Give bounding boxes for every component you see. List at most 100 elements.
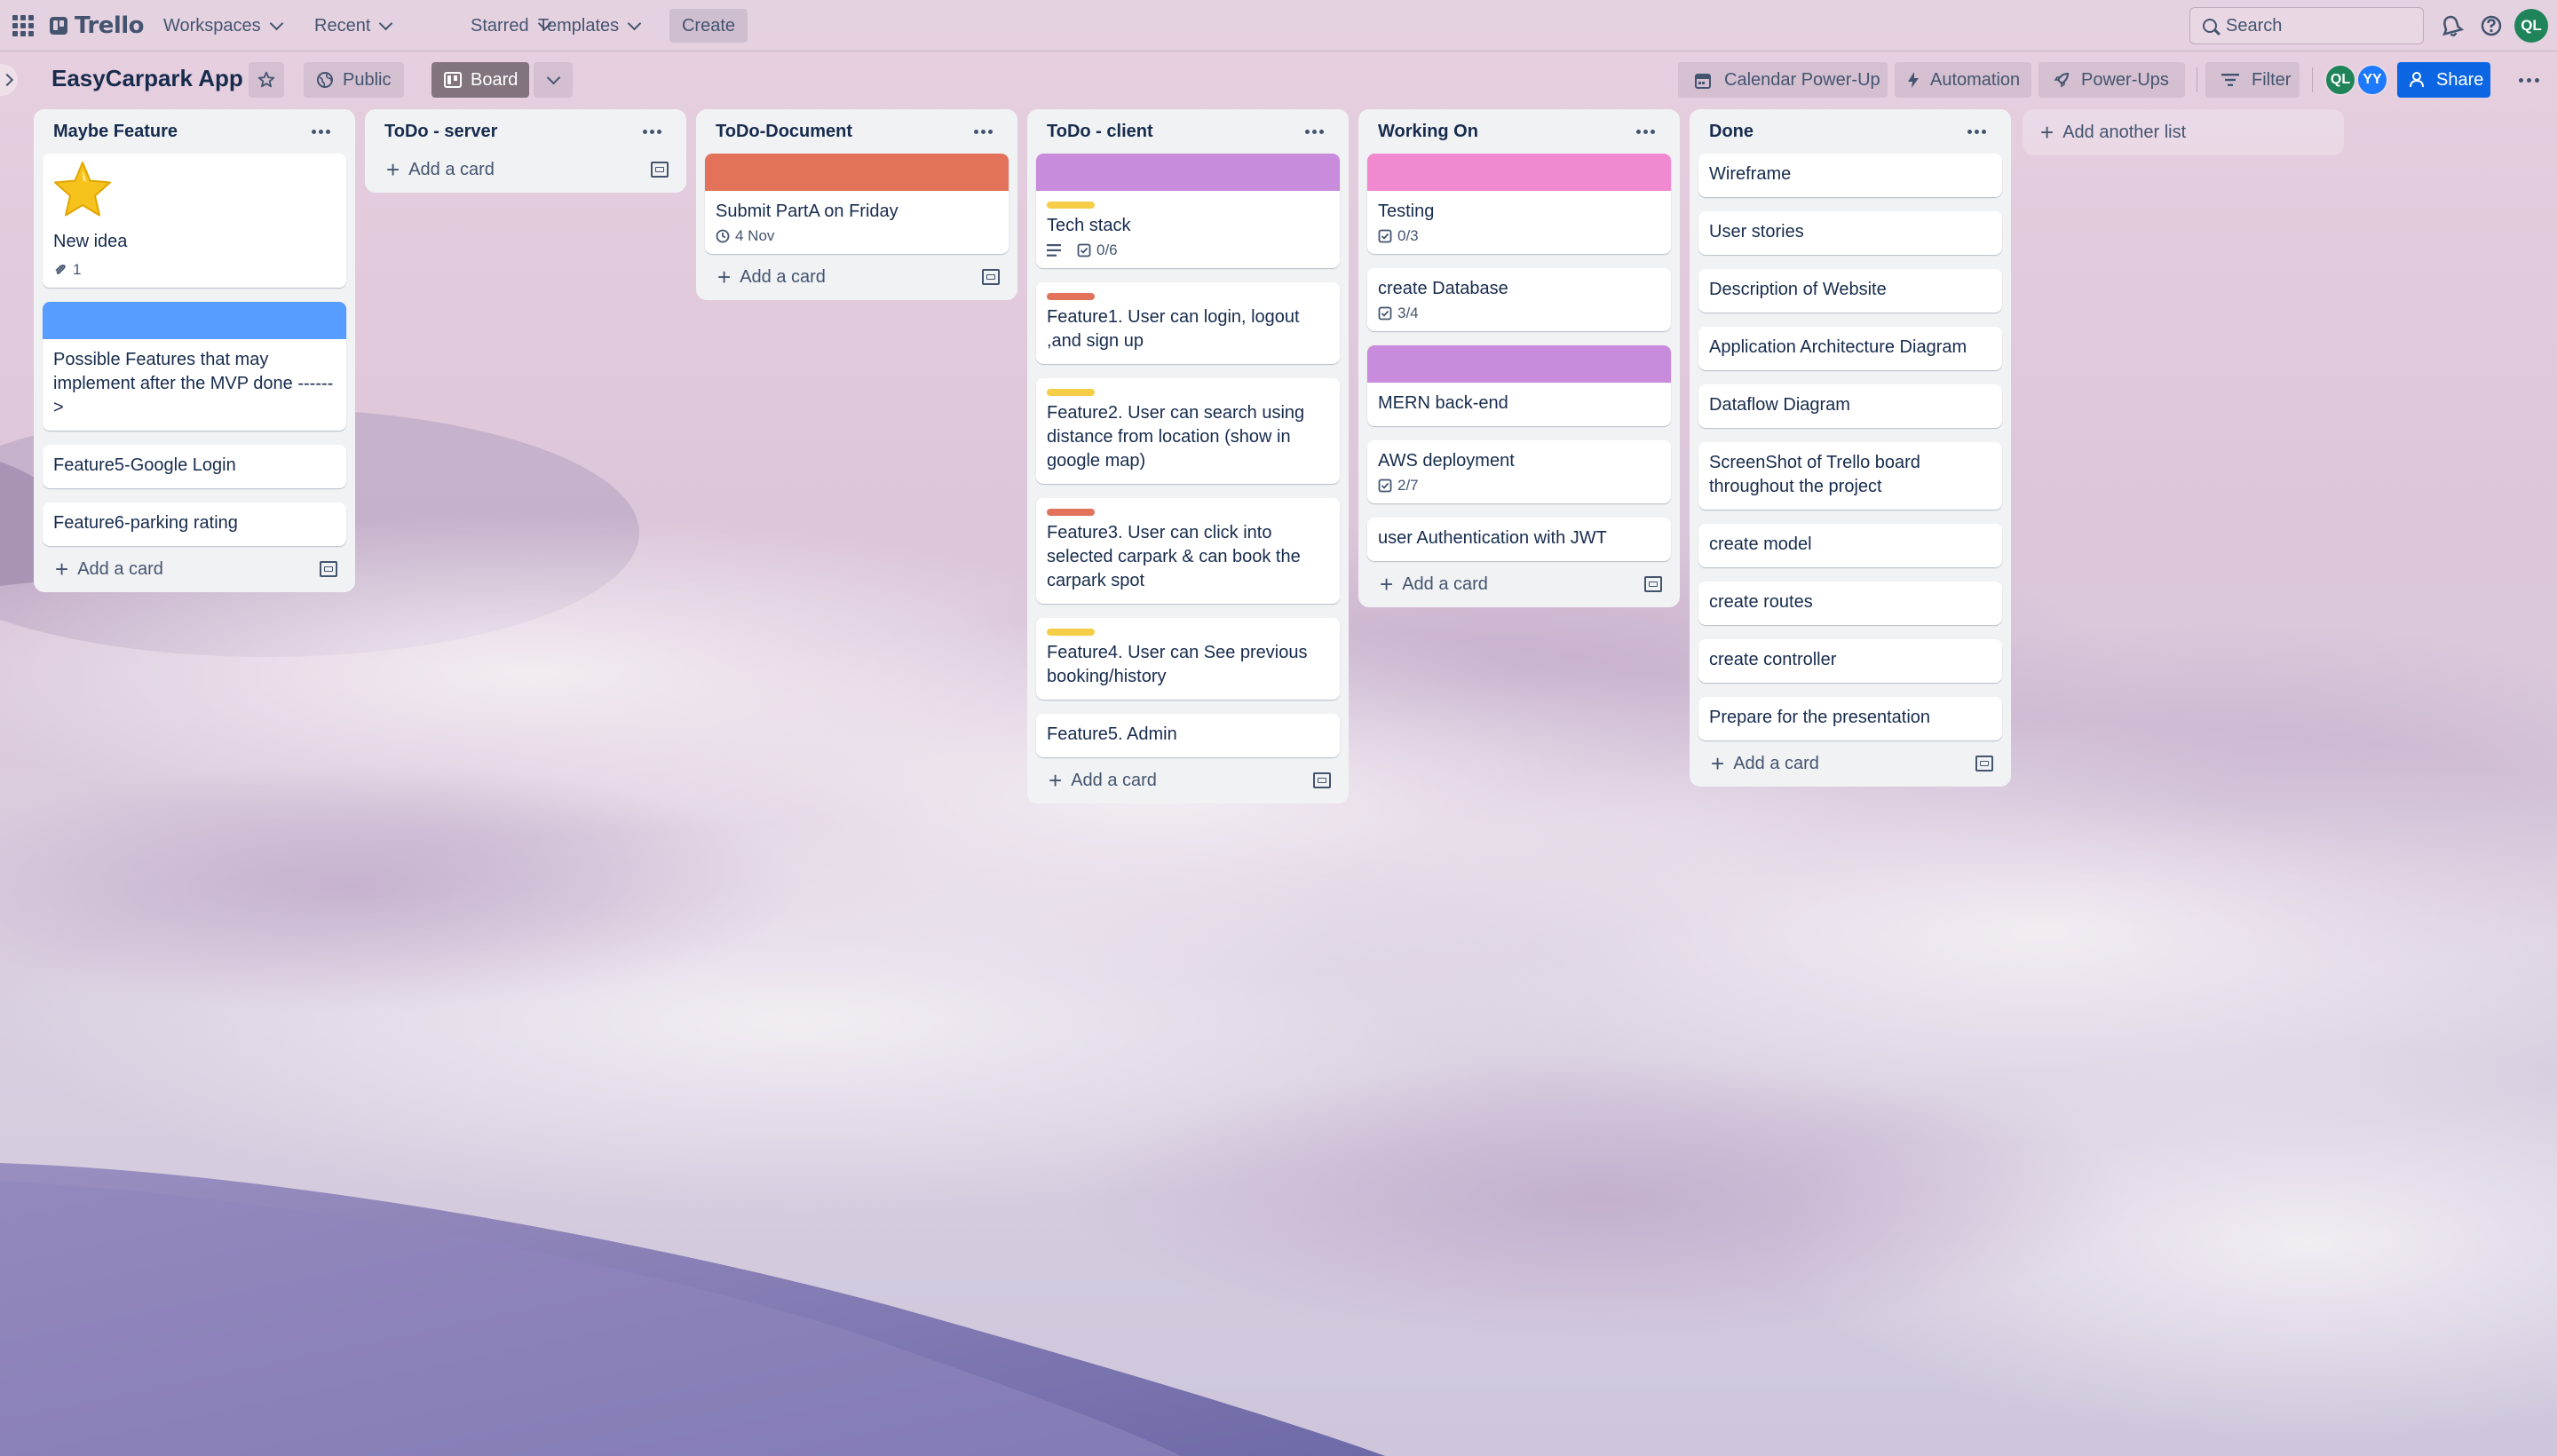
chevron-down-icon <box>627 16 642 30</box>
board-title[interactable]: EasyCarpark App <box>51 65 243 92</box>
recent-menu[interactable]: Recent <box>307 9 398 43</box>
attachments-count: 1 <box>73 261 82 278</box>
board-menu-button[interactable] <box>2509 62 2548 98</box>
trello-wordmark: Trello <box>75 12 145 39</box>
card[interactable]: Feature2. User can search using distance… <box>1036 378 1340 484</box>
member-avatar[interactable]: QL <box>2324 64 2356 96</box>
card[interactable]: Feature1. User can login, logout ,and si… <box>1036 282 1340 364</box>
add-another-list-button[interactable]: + Add another list <box>2023 109 2344 155</box>
card-cover <box>1367 154 1671 191</box>
search-box[interactable] <box>2189 7 2424 44</box>
list-actions-menu[interactable] <box>306 124 336 139</box>
add-card-button[interactable]: + Add a card <box>717 265 826 289</box>
customize-views-button[interactable] <box>534 62 573 98</box>
add-card-button[interactable]: + Add a card <box>55 558 163 581</box>
board-view-button[interactable]: Board <box>431 62 529 98</box>
list-title[interactable]: ToDo - client <box>1047 122 1153 142</box>
notifications-bell-icon[interactable] <box>2438 12 2465 39</box>
card-label-red[interactable] <box>1047 293 1095 300</box>
workspaces-menu[interactable]: Workspaces <box>156 9 289 43</box>
list-actions-menu[interactable] <box>1962 124 1991 139</box>
add-card-button[interactable]: + Add a card <box>1711 752 1819 775</box>
app-switcher-icon[interactable] <box>12 15 34 36</box>
card[interactable]: Feature4. User can See previous booking/… <box>1036 618 1340 700</box>
list-maybe-feature: Maybe Feature New idea 1 Possible Featur… <box>34 109 355 592</box>
member-avatar[interactable]: YY <box>2356 64 2388 96</box>
list-todo-document: ToDo-Document Submit PartA on Friday 4 N… <box>696 109 1017 300</box>
list-title[interactable]: ToDo - server <box>384 122 497 142</box>
card[interactable]: Description of Website <box>1698 269 2002 313</box>
search-icon <box>2203 19 2217 33</box>
list-done: Done Wireframe User stories Description … <box>1690 109 2011 787</box>
help-icon[interactable] <box>2478 12 2505 39</box>
list-actions-menu[interactable] <box>969 124 998 139</box>
card-label-yellow[interactable] <box>1047 202 1095 209</box>
card[interactable]: Feature5-Google Login <box>43 445 346 488</box>
list-actions-menu[interactable] <box>1631 124 1660 139</box>
due-date-badge: 4 Nov <box>716 227 774 245</box>
checklist-icon <box>1378 229 1392 243</box>
filter-icon <box>2221 74 2239 86</box>
card-cover <box>1036 154 1340 191</box>
filter-button[interactable]: Filter <box>2205 62 2300 98</box>
visibility-button[interactable]: Public <box>304 62 404 98</box>
board-view-label: Board <box>471 69 519 90</box>
account-avatar[interactable]: QL <box>2514 9 2548 43</box>
card[interactable]: Application Architecture Diagram <box>1698 327 2002 370</box>
list-title[interactable]: Maybe Feature <box>53 122 178 142</box>
card[interactable]: New idea 1 <box>43 154 346 288</box>
card[interactable]: Dataflow Diagram <box>1698 384 2002 428</box>
card[interactable]: create model <box>1698 524 2002 567</box>
card[interactable]: Feature3. User can click into selected c… <box>1036 498 1340 604</box>
automation-button[interactable]: Automation <box>1895 62 2031 98</box>
card[interactable]: create Database 3/4 <box>1367 268 1671 331</box>
create-from-template-icon[interactable] <box>982 269 1000 285</box>
checklist-badge: 3/4 <box>1378 305 1419 322</box>
templates-menu[interactable]: Templates <box>531 9 646 43</box>
add-card-button[interactable]: + Add a card <box>386 158 495 181</box>
card-label-yellow[interactable] <box>1047 389 1095 396</box>
power-ups-button[interactable]: Power-Ups <box>2038 62 2185 98</box>
create-button[interactable]: Create <box>669 9 748 43</box>
card[interactable]: Possible Features that may implement aft… <box>43 302 346 431</box>
card-label-red[interactable] <box>1047 509 1095 516</box>
card[interactable]: Feature5. Admin <box>1036 714 1340 757</box>
card[interactable]: Wireframe <box>1698 154 2002 197</box>
add-person-icon <box>2410 72 2424 88</box>
card[interactable]: Testing 0/3 <box>1367 154 1671 254</box>
list-actions-menu[interactable] <box>637 124 667 139</box>
search-input[interactable] <box>2224 14 2405 37</box>
add-card-button[interactable]: + Add a card <box>1380 573 1488 596</box>
card[interactable]: create controller <box>1698 639 2002 683</box>
list-title[interactable]: ToDo-Document <box>716 122 852 142</box>
create-from-template-icon[interactable] <box>1975 756 1993 772</box>
trello-logo[interactable]: Trello <box>50 11 145 41</box>
create-from-template-icon[interactable] <box>1313 772 1331 788</box>
card[interactable]: Tech stack 0/6 <box>1036 154 1340 268</box>
card[interactable]: Prepare for the presentation <box>1698 697 2002 740</box>
calendar-power-up-button[interactable]: Calendar Power-Up <box>1678 62 1888 98</box>
card[interactable]: Feature6-parking rating <box>43 502 346 546</box>
card[interactable]: User stories <box>1698 211 2002 255</box>
create-from-template-icon[interactable] <box>1644 576 1662 592</box>
checklist-icon <box>1378 306 1392 320</box>
list-actions-menu[interactable] <box>1300 124 1329 139</box>
list-title[interactable]: Working On <box>1378 122 1478 142</box>
star-board-button[interactable] <box>249 62 284 98</box>
add-card-button[interactable]: + Add a card <box>1049 769 1157 792</box>
add-card-label: Add a card <box>1733 753 1819 773</box>
card[interactable]: user Authentication with JWT <box>1367 518 1671 561</box>
card[interactable]: MERN back-end <box>1367 345 1671 426</box>
checklist-count: 3/4 <box>1397 305 1419 321</box>
card[interactable]: ScreenShot of Trello board throughout th… <box>1698 442 2002 510</box>
card[interactable]: Submit PartA on Friday 4 Nov <box>705 154 1009 254</box>
card-title: Feature1. User can login, logout ,and si… <box>1047 307 1300 351</box>
list-title[interactable]: Done <box>1709 122 1753 142</box>
card-label-yellow[interactable] <box>1047 629 1095 636</box>
card-title: Feature4. User can See previous booking/… <box>1047 643 1308 686</box>
share-button[interactable]: Share <box>2397 62 2490 98</box>
create-from-template-icon[interactable] <box>320 561 337 577</box>
create-from-template-icon[interactable] <box>651 162 669 178</box>
card[interactable]: create routes <box>1698 582 2002 625</box>
card[interactable]: AWS deployment 2/7 <box>1367 440 1671 503</box>
